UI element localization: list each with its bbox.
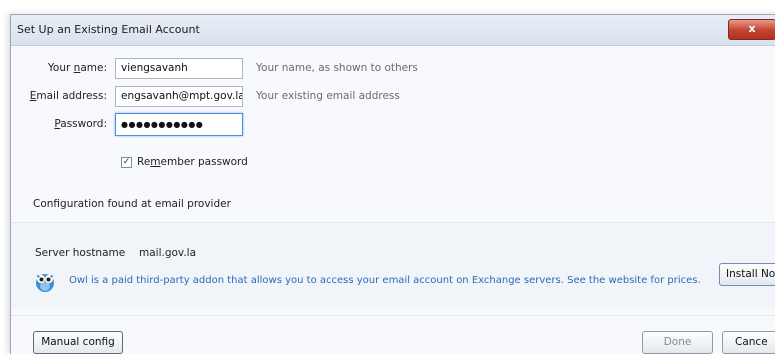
dialog-content: Your name: viengsavanh Your name, as sho… [11,46,775,354]
password-row: Password: ●●●●●●●●●●● [11,113,511,137]
owl-icon [33,269,57,293]
remember-password-label[interactable]: Remember password [137,156,248,168]
close-button[interactable]: x [728,19,775,40]
cancel-button[interactable]: Cance [722,331,775,354]
remember-password-checkbox[interactable]: ✓ [121,157,132,168]
name-label: Your name: [47,62,107,74]
config-status: Configuration found at email provider [33,198,231,210]
name-row: Your name: viengsavanh Your name, as sho… [11,58,511,80]
server-panel: Server hostname mail.gov.la Owl is a pai… [11,223,775,308]
server-hostname-value: mail.gov.la [139,247,197,259]
password-input[interactable]: ●●●●●●●●●●● [115,113,243,136]
bottom-divider [11,315,775,316]
owl-addon-link[interactable]: Owl is a paid third-party addon that all… [69,275,701,286]
title-bar[interactable]: Set Up an Existing Email Account x [11,15,775,46]
account-setup-dialog: Set Up an Existing Email Account x Your … [10,14,775,354]
email-row: Email address: engsavanh@mpt.gov.la Your… [11,86,511,108]
manual-config-button[interactable]: Manual config [33,331,123,354]
window-title: Set Up an Existing Email Account [17,23,200,36]
close-icon: x [748,22,756,35]
name-input[interactable]: viengsavanh [115,58,243,79]
name-hint: Your name, as shown to others [256,62,418,74]
email-hint: Your existing email address [256,90,400,102]
done-button[interactable]: Done [642,331,713,354]
server-hostname-label: Server hostname [35,247,126,259]
email-label: Email address: [29,90,107,102]
password-label: Password: [54,118,107,130]
install-now-button[interactable]: Install No [719,263,775,286]
email-input[interactable]: engsavanh@mpt.gov.la [115,86,243,107]
